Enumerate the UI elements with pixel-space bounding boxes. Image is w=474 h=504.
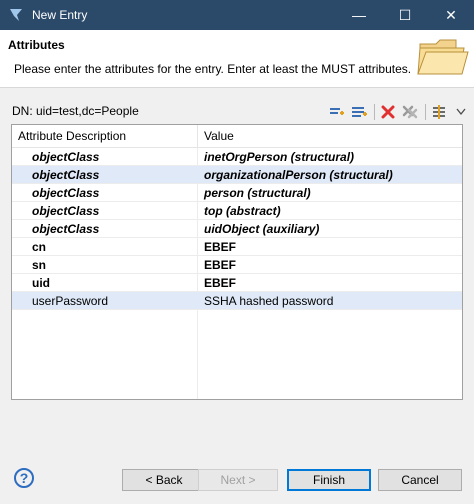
value-cell[interactable]: EBEF <box>204 240 236 254</box>
new-value-icon <box>330 108 344 115</box>
value-cell[interactable]: person (structural) <box>204 186 311 200</box>
view-menu-button[interactable] <box>452 103 470 121</box>
show-operational-button[interactable] <box>430 103 448 121</box>
table-row[interactable]: cn EBEF <box>12 238 462 256</box>
value-cell[interactable]: SSHA hashed password <box>204 294 333 308</box>
app-icon <box>10 9 22 21</box>
value-cell[interactable]: uidObject (auxiliary) <box>204 222 319 236</box>
delete-all-button[interactable] <box>401 103 419 121</box>
table-row[interactable]: objectClass top (abstract) <box>12 202 462 220</box>
attribute-cell: objectClass <box>32 204 100 218</box>
delete-all-icon <box>402 105 418 119</box>
page-title: Attributes <box>8 38 65 52</box>
attribute-cell: userPassword <box>32 294 109 308</box>
column-divider <box>197 125 198 147</box>
toolbar-separator <box>374 104 375 120</box>
columns-icon <box>433 105 445 119</box>
new-attribute-button[interactable] <box>350 103 368 121</box>
minimize-button[interactable]: — <box>336 0 382 30</box>
attribute-cell: objectClass <box>32 168 100 182</box>
table-header: Attribute Description Value <box>12 125 462 148</box>
title-bar: New Entry — ☐ ✕ <box>0 0 474 30</box>
page-description: Please enter the attributes for the entr… <box>14 62 412 76</box>
attribute-cell: cn <box>32 240 47 254</box>
dn-label: DN: uid=test,dc=People <box>12 104 139 118</box>
toolbar-separator <box>425 104 426 120</box>
chevron-down-icon <box>456 108 466 116</box>
attribute-cell: sn <box>32 258 47 272</box>
attribute-cell: objectClass <box>32 186 100 200</box>
attributes-table: Attribute Description Value objectClass … <box>11 124 463 400</box>
folder-icon <box>417 39 469 75</box>
help-icon[interactable]: ? <box>14 468 34 488</box>
new-attribute-icon <box>352 107 367 117</box>
table-row[interactable]: objectClass organizationalPerson (struct… <box>12 166 462 184</box>
delete-icon <box>381 105 395 119</box>
table-row[interactable]: uid EBEF <box>12 274 462 292</box>
table-row[interactable]: sn EBEF <box>12 256 462 274</box>
value-cell[interactable]: inetOrgPerson (structural) <box>204 150 354 164</box>
close-button[interactable]: ✕ <box>428 0 474 30</box>
value-cell[interactable]: top (abstract) <box>204 204 281 218</box>
next-button[interactable]: Next > <box>198 469 278 491</box>
cancel-button[interactable]: Cancel <box>378 469 462 491</box>
value-cell[interactable]: EBEF <box>204 276 236 290</box>
table-row[interactable]: objectClass inetOrgPerson (structural) <box>12 148 462 166</box>
finish-button[interactable]: Finish <box>287 469 371 491</box>
table-body: objectClass inetOrgPerson (structural) o… <box>12 148 462 310</box>
wizard-header: Attributes Please enter the attributes f… <box>0 30 474 88</box>
maximize-button[interactable]: ☐ <box>382 0 428 30</box>
table-row[interactable]: objectClass uidObject (auxiliary) <box>12 220 462 238</box>
back-button[interactable]: < Back <box>122 469 206 491</box>
value-cell[interactable]: EBEF <box>204 258 236 272</box>
column-header-attribute[interactable]: Attribute Description <box>18 129 126 143</box>
attribute-cell: objectClass <box>32 222 100 236</box>
window-title: New Entry <box>32 8 88 22</box>
attribute-toolbar <box>328 102 474 122</box>
attribute-cell: objectClass <box>32 150 100 164</box>
wizard-footer: ? < Back Next > Finish Cancel <box>0 455 474 504</box>
new-value-button[interactable] <box>328 103 346 121</box>
delete-button[interactable] <box>379 103 397 121</box>
attribute-cell: uid <box>32 276 50 290</box>
value-cell[interactable]: organizationalPerson (structural) <box>204 168 393 182</box>
column-header-value[interactable]: Value <box>204 129 234 143</box>
table-row[interactable]: userPassword SSHA hashed password <box>12 292 462 310</box>
table-row[interactable]: objectClass person (structural) <box>12 184 462 202</box>
